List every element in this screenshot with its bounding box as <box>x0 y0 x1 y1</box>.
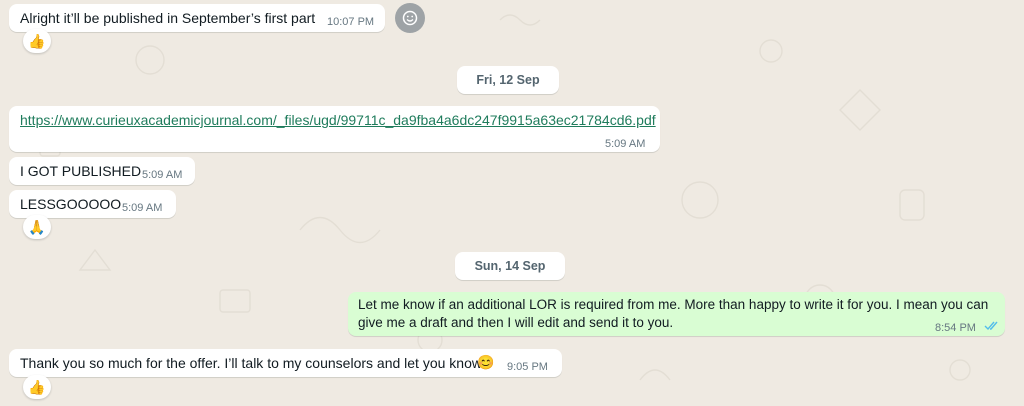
message-time: 9:05 PM <box>507 361 548 373</box>
message-emoji: 😊 <box>477 354 495 370</box>
message-text: Let me know if an additional LOR is requ… <box>358 297 989 330</box>
message-bubble[interactable]: https://www.curieuxacademicjournal.com/_… <box>9 106 660 152</box>
reaction-badge[interactable]: 👍 <box>23 375 51 399</box>
message-text: Thank you so much for the offer. I’ll ta… <box>20 355 482 371</box>
message-bubble[interactable]: Thank you so much for the offer. I’ll ta… <box>9 349 562 377</box>
message-bubble[interactable]: Alright it’ll be published in September’… <box>9 4 385 32</box>
message-time: 5:09 AM <box>605 138 646 150</box>
message-bubble-outgoing[interactable]: Let me know if an additional LOR is requ… <box>348 292 1005 336</box>
reaction-badge[interactable]: 🙏 <box>23 215 51 239</box>
message-bubble[interactable]: LESSGOOOOO 5:09 AM <box>9 190 176 218</box>
smiley-icon <box>402 10 418 26</box>
message-time: 5:09 AM <box>142 169 183 181</box>
double-check-icon <box>984 321 998 331</box>
date-separator: Fri, 12 Sep <box>457 66 559 94</box>
message-time: 10:07 PM <box>327 16 375 28</box>
message-bubble[interactable]: I GOT PUBLISHED 5:09 AM <box>9 157 195 185</box>
date-separator: Sun, 14 Sep <box>455 252 565 280</box>
add-reaction-button[interactable] <box>395 3 425 33</box>
message-time: 5:09 AM <box>122 202 163 214</box>
message-link[interactable]: https://www.curieuxacademicjournal.com/_… <box>20 111 656 130</box>
reaction-badge[interactable]: 👍 <box>23 29 51 53</box>
message-text: LESSGOOOOO <box>20 196 122 212</box>
message-time: 8:54 PM <box>935 322 976 334</box>
message-text: I GOT PUBLISHED <box>20 163 142 179</box>
message-text: Alright it’ll be published in September’… <box>20 10 316 26</box>
